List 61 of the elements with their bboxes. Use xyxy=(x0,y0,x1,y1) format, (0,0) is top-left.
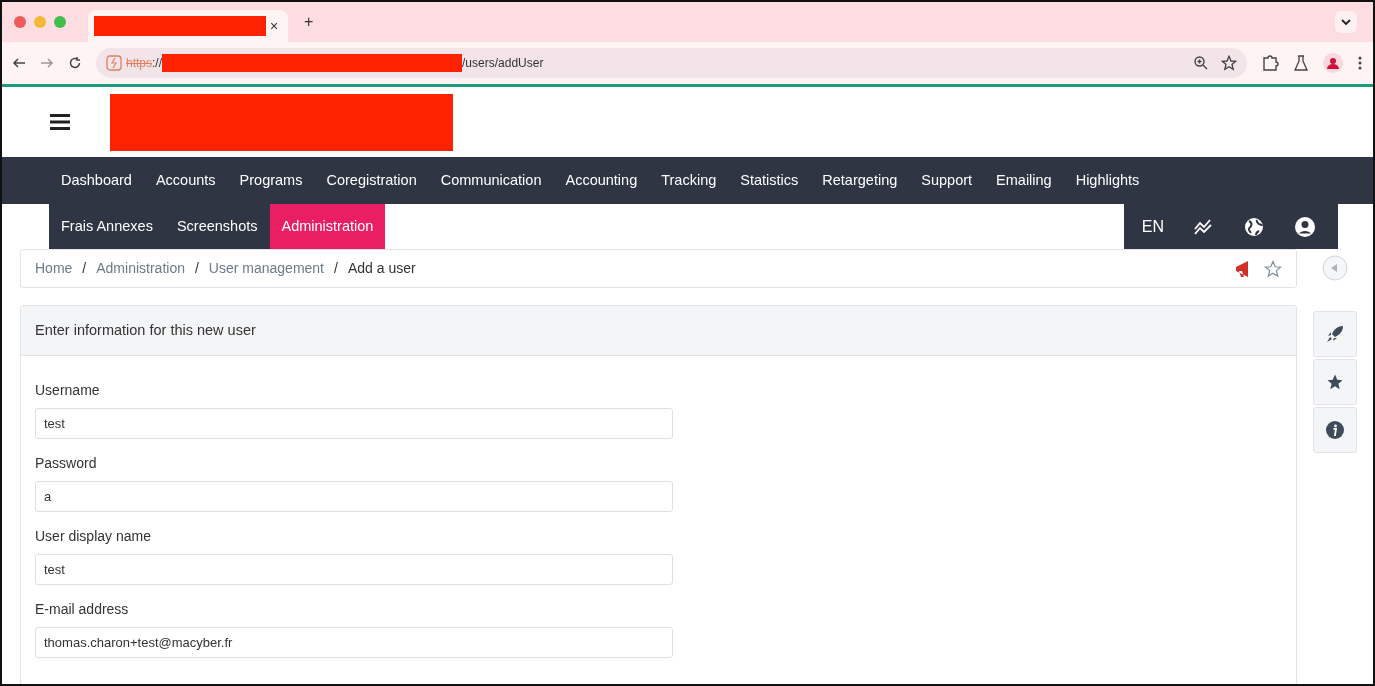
breadcrumb-separator: / xyxy=(82,259,87,278)
input-field[interactable]: test xyxy=(35,554,673,585)
breadcrumb-separator: / xyxy=(334,259,338,278)
nav-item[interactable]: Statistics xyxy=(728,158,811,203)
field-label: Username xyxy=(35,381,101,400)
info-icon xyxy=(1326,421,1344,439)
star-outline-icon[interactable] xyxy=(1264,259,1282,278)
bookmark-star-icon[interactable] xyxy=(1221,55,1237,71)
breadcrumb-current: Add a user xyxy=(347,259,416,278)
nav-item[interactable]: Accounts xyxy=(143,158,228,203)
input-field[interactable]: a xyxy=(35,481,673,512)
rocket-icon xyxy=(1326,325,1344,343)
field-label: User display name xyxy=(35,527,152,546)
star-icon xyxy=(1326,373,1344,391)
back-icon[interactable] xyxy=(12,56,26,70)
nav-item[interactable]: Frais Annexes xyxy=(49,204,165,249)
trend-icon[interactable] xyxy=(1194,218,1214,235)
field-label: E-mail address xyxy=(35,600,130,619)
tab-close[interactable]: × xyxy=(270,15,279,37)
nav-item[interactable]: Programs xyxy=(227,158,315,203)
forward-icon[interactable] xyxy=(40,56,54,70)
nav-item[interactable]: Dashboard xyxy=(49,158,144,203)
nav-item[interactable]: Administration xyxy=(269,204,386,249)
globe-icon[interactable] xyxy=(1244,216,1264,237)
nav-item[interactable]: Coregistration xyxy=(314,158,429,203)
user-account-icon[interactable] xyxy=(1294,215,1316,238)
menu-dots-icon[interactable] xyxy=(1357,55,1363,71)
field-label: Password xyxy=(35,454,98,473)
minimize-window-dot[interactable] xyxy=(34,16,46,28)
nav-item[interactable]: Communication xyxy=(428,158,554,203)
menu-icon[interactable] xyxy=(50,113,70,131)
maximize-window-dot[interactable] xyxy=(54,16,66,28)
profile-icon[interactable] xyxy=(1323,53,1343,73)
extensions-icon[interactable] xyxy=(1261,54,1279,72)
nav-item[interactable]: Retargeting xyxy=(810,158,910,203)
nav-item[interactable]: Highlights xyxy=(1063,158,1152,203)
input-field[interactable]: thomas.charon+test@macyber.fr xyxy=(35,627,673,658)
card-title: Enter information for this new user xyxy=(21,306,1296,356)
url-text: https:// /users/addUser xyxy=(126,53,544,73)
nav-item[interactable]: Accounting xyxy=(553,158,650,203)
breadcrumb-link[interactable]: User management xyxy=(208,258,324,279)
address-bar[interactable]: https:// /users/addUser xyxy=(96,48,1247,78)
breadcrumb-link[interactable]: Home xyxy=(35,258,73,279)
info-button[interactable] xyxy=(1313,407,1357,453)
language-selector[interactable]: EN xyxy=(1141,214,1164,239)
input-field[interactable]: test xyxy=(35,408,673,439)
new-tab-button[interactable]: + xyxy=(304,10,314,34)
flask-icon[interactable] xyxy=(1293,55,1309,71)
breadcrumb-link[interactable]: Administration xyxy=(96,258,185,279)
close-window-dot[interactable] xyxy=(14,16,26,28)
nav-item[interactable]: Emailing xyxy=(984,158,1064,203)
favorites-button[interactable] xyxy=(1313,359,1357,405)
nav-item[interactable]: Support xyxy=(909,158,985,203)
reload-icon[interactable] xyxy=(68,56,82,70)
zoom-icon[interactable] xyxy=(1193,55,1209,71)
nav-item[interactable]: Tracking xyxy=(649,158,729,203)
nav-item[interactable]: Screenshots xyxy=(164,204,270,249)
browser-tab[interactable]: × xyxy=(88,10,288,42)
chevron-down-icon[interactable] xyxy=(1335,11,1357,33)
breadcrumb-separator: / xyxy=(194,259,199,278)
rocket-button[interactable] xyxy=(1313,311,1357,357)
